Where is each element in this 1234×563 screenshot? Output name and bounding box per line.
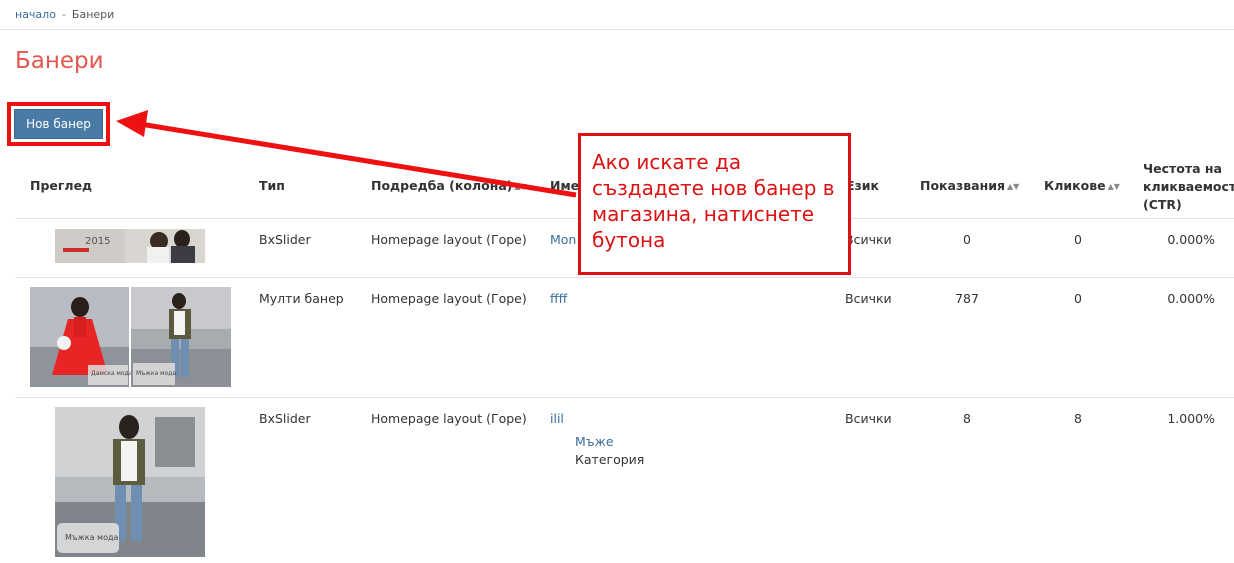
annotation-arrow: [116, 110, 577, 198]
